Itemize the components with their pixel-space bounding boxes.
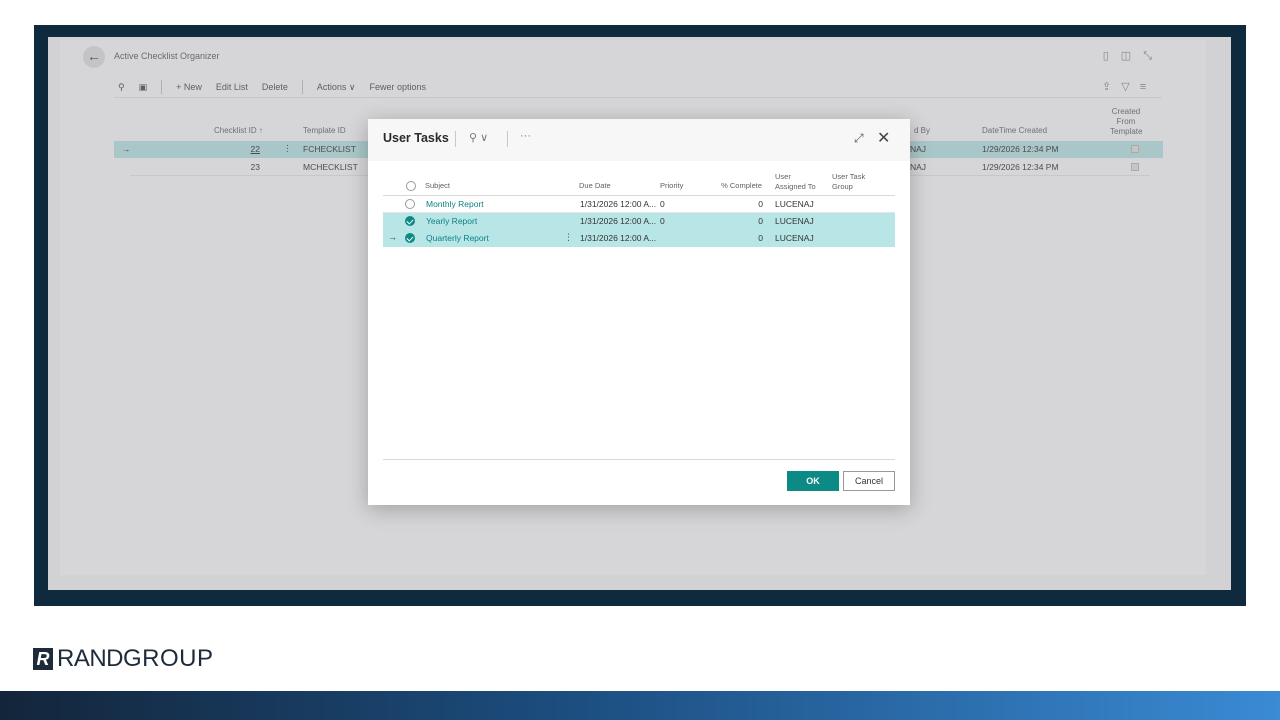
dialog-header bbox=[368, 119, 910, 161]
subject-link[interactable]: Quarterly Report bbox=[426, 233, 489, 243]
column-header-subject[interactable]: Subject bbox=[425, 181, 450, 191]
pct-complete-cell: 0 bbox=[758, 216, 763, 226]
page-toolbar: ⚲ ▣ + New Edit List Delete Actions ∨ Few… bbox=[118, 80, 426, 94]
open-new-window-icon[interactable]: ◫ bbox=[1121, 50, 1143, 62]
new-button[interactable]: + New bbox=[176, 82, 202, 92]
cancel-button[interactable]: Cancel bbox=[843, 471, 895, 491]
logo-text-group: GROUP bbox=[123, 645, 214, 672]
footer-divider bbox=[383, 459, 895, 460]
column-header-checklist-id[interactable]: Checklist ID ↑ bbox=[214, 126, 263, 135]
collapse-icon[interactable]: ⤡ bbox=[1143, 50, 1164, 62]
user-tasks-dialog: User Tasks ⚲ ∨ ··· ⤢ ✕ Subject Due Date … bbox=[368, 119, 910, 505]
page-title: Active Checklist Organizer bbox=[114, 51, 220, 61]
priority-cell: 0 bbox=[660, 199, 665, 209]
created-by-cell: NAJ bbox=[910, 144, 927, 154]
table-row[interactable]: Monthly Report 1/31/2026 12:00 A... 0 0 … bbox=[383, 196, 895, 213]
column-header-created-by[interactable]: d By bbox=[914, 126, 930, 135]
search-icon[interactable]: ⚲ ∨ bbox=[469, 131, 488, 144]
toolbar-separator bbox=[301, 80, 303, 94]
created-from-template-checkbox[interactable] bbox=[1131, 145, 1139, 153]
template-id-cell: MCHECKLIST bbox=[303, 162, 358, 172]
toolbar-separator bbox=[161, 80, 163, 94]
template-id-cell: FCHECKLIST bbox=[303, 144, 356, 154]
row-arrow-icon: → bbox=[122, 144, 131, 154]
row-menu-icon[interactable]: ⋮ bbox=[564, 232, 573, 243]
page-toolbar-right: ⇪▽≡ bbox=[1102, 80, 1156, 93]
user-assigned-cell: LUCENAJ bbox=[775, 233, 814, 243]
logo-text-rand: RAND bbox=[57, 645, 124, 672]
more-options-button[interactable]: ··· bbox=[520, 130, 531, 142]
expand-icon[interactable]: ⤢ bbox=[854, 131, 864, 146]
list-view-icon[interactable]: ≡ bbox=[1140, 81, 1156, 93]
bottom-brand-bar bbox=[0, 691, 1280, 720]
share-icon[interactable]: ⇪ bbox=[1102, 81, 1121, 93]
back-arrow-icon[interactable]: ← bbox=[83, 46, 105, 68]
fewer-options-button[interactable]: Fewer options bbox=[370, 82, 427, 92]
column-header-user-task-group[interactable]: User Task Group bbox=[832, 172, 872, 192]
created-by-cell: NAJ bbox=[910, 162, 927, 172]
subject-link[interactable]: Yearly Report bbox=[426, 216, 477, 226]
pct-complete-cell: 0 bbox=[758, 199, 763, 209]
dialog-title: User Tasks bbox=[383, 131, 449, 145]
table-row-current[interactable]: → Quarterly Report ⋮ 1/31/2026 12:00 A..… bbox=[383, 230, 895, 247]
user-assigned-cell: LUCENAJ bbox=[775, 199, 814, 209]
page-top-icons: ▯◫⤡ bbox=[1103, 49, 1164, 63]
datetime-created-cell: 1/29/2026 12:34 PM bbox=[982, 144, 1059, 154]
search-icon[interactable]: ⚲ bbox=[118, 82, 125, 93]
logo-mark: R bbox=[33, 648, 53, 670]
ok-button[interactable]: OK bbox=[787, 471, 839, 491]
close-icon[interactable]: ✕ bbox=[877, 128, 890, 148]
checklist-id-cell[interactable]: 22 bbox=[240, 144, 260, 154]
filter-icon[interactable]: ▽ bbox=[1121, 81, 1139, 93]
column-header-datetime-created[interactable]: DateTime Created bbox=[982, 126, 1047, 135]
priority-cell: 0 bbox=[660, 216, 665, 226]
table-row[interactable]: Yearly Report 1/31/2026 12:00 A... 0 0 L… bbox=[383, 213, 895, 230]
toolbar-divider bbox=[114, 97, 1162, 98]
subject-link[interactable]: Monthly Report bbox=[426, 199, 484, 209]
datetime-created-cell: 1/29/2026 12:34 PM bbox=[982, 162, 1059, 172]
actions-menu-button[interactable]: Actions ∨ bbox=[317, 82, 356, 93]
header-separator bbox=[455, 131, 456, 147]
due-date-cell: 1/31/2026 12:00 A... bbox=[580, 233, 657, 243]
delete-button[interactable]: Delete bbox=[262, 82, 288, 92]
column-header-pct-complete[interactable]: % Complete bbox=[713, 181, 762, 191]
column-header-template-id[interactable]: Template ID bbox=[303, 126, 346, 135]
user-assigned-cell: LUCENAJ bbox=[775, 216, 814, 226]
bookmark-icon[interactable]: ▯ bbox=[1103, 50, 1121, 62]
due-date-cell: 1/31/2026 12:00 A... bbox=[580, 199, 657, 209]
column-header-priority[interactable]: Priority bbox=[660, 181, 683, 191]
select-all-radio[interactable] bbox=[406, 181, 416, 191]
column-header-user-assigned-to[interactable]: User Assigned To bbox=[775, 172, 820, 192]
row-select-radio[interactable] bbox=[405, 199, 415, 209]
view-icon[interactable]: ▣ bbox=[139, 82, 148, 93]
row-select-radio-checked[interactable] bbox=[405, 233, 415, 243]
pct-complete-cell: 0 bbox=[758, 233, 763, 243]
row-arrow-icon: → bbox=[388, 232, 397, 242]
header-separator bbox=[507, 131, 508, 147]
row-select-radio-checked[interactable] bbox=[405, 216, 415, 226]
column-header-created-from-template[interactable]: Created From Template bbox=[1110, 107, 1142, 137]
checklist-id-cell[interactable]: 23 bbox=[240, 162, 260, 172]
rand-group-logo: R RAND GROUP bbox=[33, 645, 214, 673]
row-menu-icon[interactable]: ⋮ bbox=[283, 143, 292, 154]
column-header-due-date[interactable]: Due Date bbox=[579, 181, 611, 191]
created-from-template-checkbox[interactable] bbox=[1131, 163, 1139, 171]
due-date-cell: 1/31/2026 12:00 A... bbox=[580, 216, 657, 226]
edit-list-button[interactable]: Edit List bbox=[216, 82, 248, 92]
